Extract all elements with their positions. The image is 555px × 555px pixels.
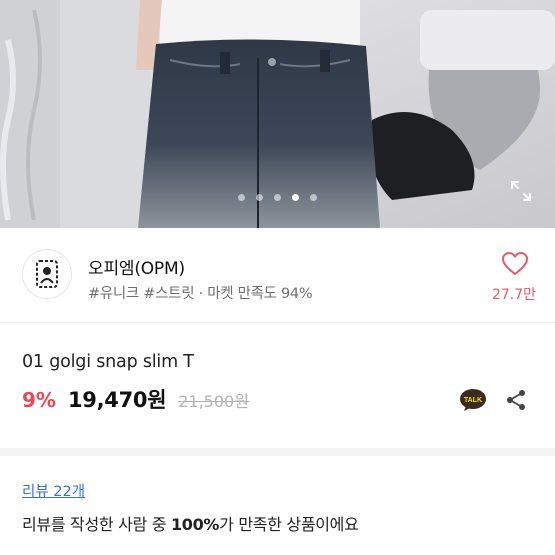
- discount-rate: 9%: [22, 388, 56, 412]
- shop-info[interactable]: 오피엠(OPM) #유니크 #스트릿 · 마켓 만족도 94% 27.7만: [0, 228, 555, 322]
- carousel-dot-active[interactable]: [292, 194, 299, 201]
- carousel-dot[interactable]: [274, 194, 281, 201]
- original-price: 21,500원: [178, 392, 249, 411]
- expand-arrows-icon: [511, 181, 531, 201]
- divider: [0, 322, 555, 323]
- shop-name[interactable]: 오피엠(OPM): [88, 254, 185, 279]
- meta-separator: ·: [198, 286, 208, 302]
- shop-logo-icon: [36, 260, 58, 288]
- sale-price: 19,470원: [67, 388, 167, 412]
- product-title: 01 golgi snap slim T: [22, 352, 194, 372]
- kakao-talk-icon: TALK: [460, 389, 486, 411]
- review-count-link[interactable]: 리뷰 22개: [22, 480, 85, 501]
- shop-meta: #유니크 #스트릿 · 마켓 만족도 94%: [88, 282, 313, 303]
- shop-tags[interactable]: #유니크 #스트릿: [88, 286, 195, 302]
- product-image-carousel[interactable]: [0, 0, 555, 228]
- review-summary-suffix: 가 만족한 상품이에요: [219, 515, 359, 534]
- kakao-talk-button[interactable]: TALK: [459, 388, 487, 412]
- carousel-dot[interactable]: [238, 194, 245, 201]
- shop-satisfaction: 마켓 만족도 94%: [207, 286, 313, 302]
- share-button[interactable]: [505, 389, 527, 411]
- expand-image-button[interactable]: [509, 179, 533, 203]
- like-count: 27.7만: [491, 287, 537, 303]
- carousel-dot[interactable]: [310, 194, 317, 201]
- price-row: 9% 19,470원 21,500원: [22, 384, 249, 416]
- heart-outline-icon: [502, 252, 528, 275]
- review-summary-percent: 100%: [170, 515, 220, 534]
- section-divider: [0, 448, 555, 456]
- shop-logo[interactable]: [22, 249, 72, 299]
- share-icon: [507, 390, 525, 410]
- talk-label: TALK: [464, 397, 482, 404]
- like-button[interactable]: [498, 252, 532, 280]
- carousel-dot[interactable]: [256, 194, 263, 201]
- review-summary-prefix: 리뷰를 작성한 사람 중: [22, 515, 171, 534]
- review-summary: 리뷰를 작성한 사람 중 100%가 만족한 상품이에요: [22, 511, 359, 535]
- carousel-indicator: [0, 194, 555, 201]
